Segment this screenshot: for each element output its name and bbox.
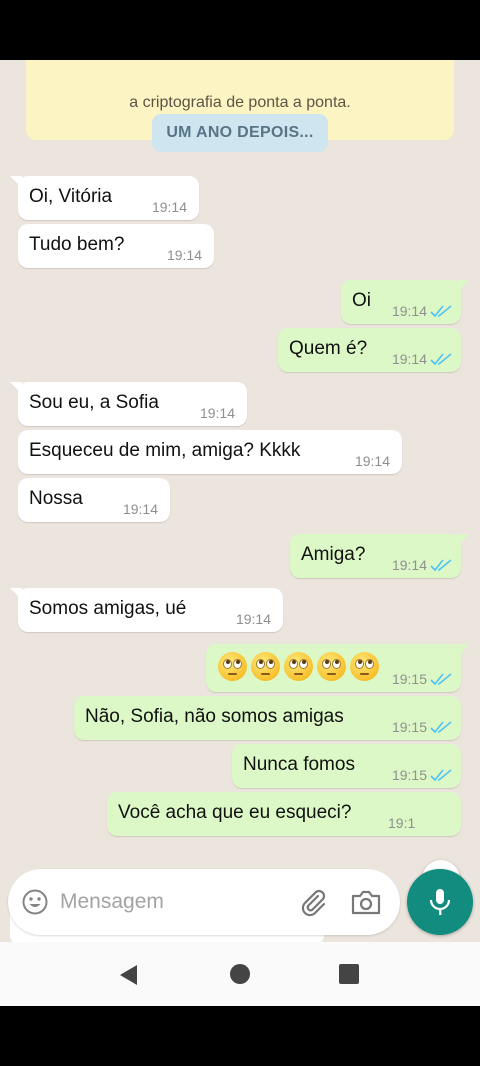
back-triangle-icon[interactable] bbox=[118, 964, 140, 986]
double-check-icon bbox=[430, 559, 452, 572]
bubble-tail bbox=[10, 382, 22, 394]
bottom-letterbox bbox=[0, 1006, 480, 1066]
message-text: Quem é? bbox=[289, 338, 368, 359]
bubble-tail bbox=[10, 588, 22, 600]
message-text: Esqueceu de mim, amiga? Kkkk bbox=[29, 440, 301, 461]
double-check-icon bbox=[430, 353, 452, 366]
emoji-icon[interactable] bbox=[22, 889, 48, 915]
double-check-icon bbox=[430, 305, 452, 318]
eye-roll-emoji-icon bbox=[317, 652, 346, 681]
bubble-tail bbox=[457, 534, 469, 546]
message-text: Amiga? bbox=[301, 544, 366, 565]
message-time: 19:14 bbox=[391, 351, 427, 367]
system-navigation-bar bbox=[0, 942, 480, 1006]
message-incoming[interactable]: Nossa 19:14 bbox=[18, 478, 170, 522]
double-check-icon bbox=[430, 673, 452, 686]
microphone-icon bbox=[429, 889, 451, 915]
message-time: 19:15 bbox=[391, 719, 427, 735]
message-incoming[interactable]: Sou eu, a Sofia 19:14 bbox=[10, 382, 247, 426]
eye-roll-emoji-icon bbox=[218, 652, 247, 681]
bubble-tail bbox=[457, 280, 469, 292]
eye-roll-emoji-icon bbox=[251, 652, 280, 681]
message-text: Nunca fomos bbox=[243, 754, 355, 775]
message-outgoing[interactable]: Oi 19:14 bbox=[341, 280, 469, 324]
double-check-icon bbox=[430, 721, 452, 734]
message-outgoing[interactable]: Nunca fomos 19:15 bbox=[232, 744, 461, 788]
message-outgoing[interactable]: Você acha que eu esqueci? 19:1 bbox=[107, 792, 461, 836]
message-outgoing[interactable]: Amiga? 19:14 bbox=[290, 534, 469, 578]
message-incoming[interactable]: Oi, Vitória 19:14 bbox=[10, 176, 199, 220]
message-time: 19:14 bbox=[122, 501, 158, 517]
message-time: 19:15 bbox=[391, 767, 427, 783]
chat-area[interactable]: a criptografia de ponta a ponta. UM ANO … bbox=[0, 60, 480, 942]
eye-roll-emoji-row bbox=[218, 652, 379, 681]
message-incoming[interactable]: Somos amigas, ué 19:14 bbox=[10, 588, 283, 632]
message-time: 19:14 bbox=[235, 611, 271, 627]
message-time: 19:14 bbox=[391, 303, 427, 319]
message-time: 19:1 bbox=[388, 815, 416, 831]
bubble-tail bbox=[457, 644, 469, 656]
double-check-icon bbox=[430, 769, 452, 782]
message-text: Nossa bbox=[29, 488, 83, 509]
message-incoming[interactable]: Esqueceu de mim, amiga? Kkkk 19:14 bbox=[18, 430, 402, 474]
eye-roll-emoji-icon bbox=[350, 652, 379, 681]
microphone-button[interactable] bbox=[407, 869, 473, 935]
message-outgoing-emoji[interactable]: 19:15 bbox=[206, 644, 469, 692]
message-text: Somos amigas, ué bbox=[29, 598, 187, 619]
message-outgoing[interactable]: Quem é? 19:14 bbox=[278, 328, 461, 372]
screen: a criptografia de ponta a ponta. UM ANO … bbox=[0, 0, 480, 1066]
message-text: Tudo bem? bbox=[29, 234, 125, 255]
date-divider: UM ANO DEPOIS... bbox=[152, 114, 328, 152]
message-text: Oi, Vitória bbox=[29, 186, 113, 207]
camera-icon[interactable] bbox=[350, 887, 382, 917]
message-time: 19:14 bbox=[166, 247, 202, 263]
message-input-bar[interactable]: Mensagem bbox=[8, 869, 400, 935]
message-text: Oi bbox=[352, 290, 371, 311]
message-time: 19:14 bbox=[151, 199, 187, 215]
message-time: 19:14 bbox=[354, 453, 390, 469]
home-circle-icon[interactable] bbox=[230, 964, 250, 984]
recents-square-icon[interactable] bbox=[339, 964, 359, 984]
message-text: Não, Sofia, não somos amigas bbox=[85, 706, 344, 727]
message-time: 19:14 bbox=[199, 405, 235, 421]
encryption-notice-text: a criptografia de ponta a ponta. bbox=[129, 94, 351, 111]
paperclip-icon[interactable] bbox=[298, 887, 328, 917]
message-text: Sou eu, a Sofia bbox=[29, 392, 159, 413]
bubble-tail bbox=[10, 176, 22, 188]
message-text: Você acha que eu esqueci? bbox=[118, 802, 352, 823]
message-time: 19:14 bbox=[391, 557, 427, 573]
message-input[interactable]: Mensagem bbox=[60, 890, 164, 914]
eye-roll-emoji-icon bbox=[284, 652, 313, 681]
message-incoming[interactable]: Tudo bem? 19:14 bbox=[18, 224, 214, 268]
message-outgoing[interactable]: Não, Sofia, não somos amigas 19:15 bbox=[74, 696, 461, 740]
message-time: 19:15 bbox=[391, 671, 427, 687]
